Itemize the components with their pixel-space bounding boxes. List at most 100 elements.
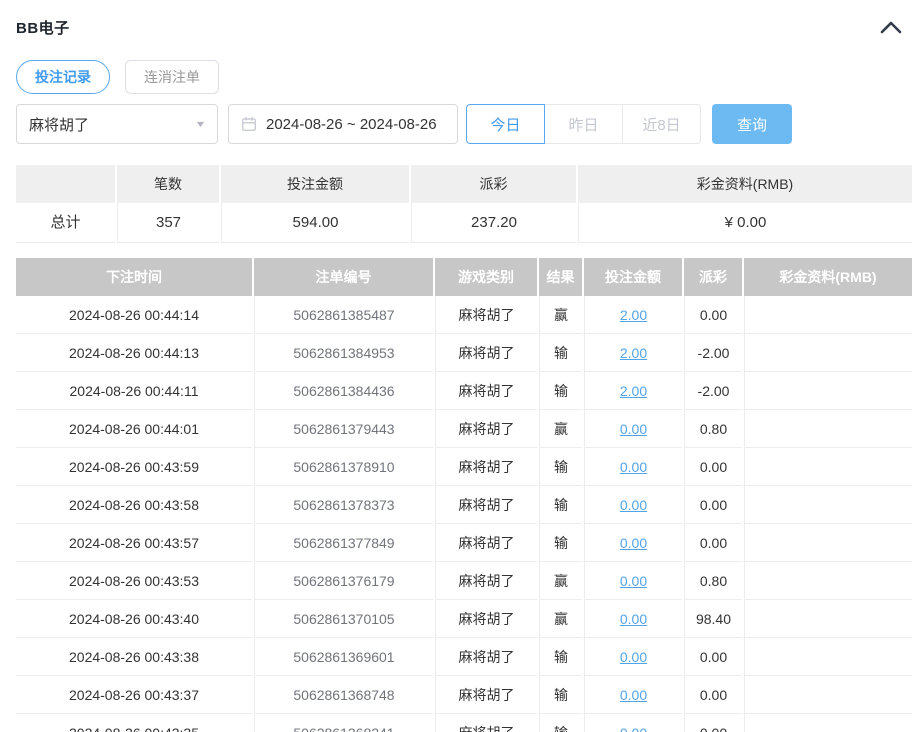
- records-header-row: 下注时间 注单编号 游戏类别 结果 投注金额 派彩 彩金资料(RMB): [16, 258, 912, 296]
- records-header-bonus: 彩金资料(RMB): [744, 258, 912, 296]
- panel-header: BB电子: [16, 0, 912, 36]
- bet-amount-link[interactable]: 2.00: [620, 307, 647, 323]
- summary-total-bet-amount: 594.00: [221, 203, 409, 243]
- cell-game-type: 麻将胡了: [435, 524, 537, 562]
- calendar-icon: [241, 116, 257, 132]
- page-title: BB电子: [16, 17, 70, 38]
- cell-game-type: 麻将胡了: [435, 638, 537, 676]
- bet-amount-link[interactable]: 0.00: [620, 421, 647, 437]
- cell-payout: 98.40: [684, 600, 742, 638]
- summary-header-payout: 派彩: [411, 165, 576, 203]
- cell-game-type: 麻将胡了: [435, 296, 537, 334]
- cell-result: 赢: [539, 600, 582, 638]
- table-row: 2024-08-26 00:43:57 5062861377849 麻将胡了 输…: [16, 524, 912, 562]
- records-header-game: 游戏类别: [435, 258, 537, 296]
- collapse-panel-button[interactable]: [878, 19, 904, 36]
- records-body: 2024-08-26 00:44:14 5062861385487 麻将胡了 赢…: [16, 296, 912, 732]
- range-last8days-button[interactable]: 近8日: [622, 104, 701, 144]
- cell-payout: -2.00: [684, 372, 742, 410]
- cell-order-id: 5062861376179: [254, 562, 433, 600]
- bet-amount-link[interactable]: 0.00: [620, 649, 647, 665]
- tab-cancelled-orders[interactable]: 连消注单: [125, 60, 219, 94]
- cell-payout: 0.80: [684, 410, 742, 448]
- cell-result: 输: [539, 448, 582, 486]
- tab-bet-records[interactable]: 投注记录: [16, 60, 110, 94]
- cell-payout: 0.00: [684, 524, 742, 562]
- chevron-up-icon: [880, 21, 902, 34]
- cell-game-type: 麻将胡了: [435, 334, 537, 372]
- summary-total-count: 357: [117, 203, 219, 243]
- bet-amount-link[interactable]: 0.00: [620, 725, 647, 732]
- summary-header-row: 笔数 投注金额 派彩 彩金资料(RMB): [16, 165, 912, 203]
- table-row: 2024-08-26 00:44:11 5062861384436 麻将胡了 输…: [16, 372, 912, 410]
- cell-game-type: 麻将胡了: [435, 448, 537, 486]
- date-range-value: 2024-08-26 ~ 2024-08-26: [266, 116, 437, 133]
- cell-payout: 0.00: [684, 714, 742, 732]
- summary-header-bonus: 彩金资料(RMB): [578, 165, 912, 203]
- table-row: 2024-08-26 00:43:38 5062861369601 麻将胡了 输…: [16, 638, 912, 676]
- cell-result: 赢: [539, 296, 582, 334]
- cell-order-id: 5062861369601: [254, 638, 433, 676]
- summary-total-label: 总计: [16, 203, 115, 243]
- table-row: 2024-08-26 00:43:59 5062861378910 麻将胡了 输…: [16, 448, 912, 486]
- cell-payout: 0.00: [684, 638, 742, 676]
- bet-amount-link[interactable]: 0.00: [620, 459, 647, 475]
- cell-bet-time: 2024-08-26 00:43:40: [16, 600, 252, 638]
- cell-bonus: [744, 714, 912, 732]
- cell-bonus: [744, 676, 912, 714]
- cell-order-id: 5062861377849: [254, 524, 433, 562]
- cell-order-id: 5062861379443: [254, 410, 433, 448]
- table-row: 2024-08-26 00:44:14 5062861385487 麻将胡了 赢…: [16, 296, 912, 334]
- range-yesterday-button[interactable]: 昨日: [544, 104, 623, 144]
- summary-header-bet-amount: 投注金额: [221, 165, 409, 203]
- cell-order-id: 5062861378373: [254, 486, 433, 524]
- cell-bonus: [744, 448, 912, 486]
- cell-result: 赢: [539, 410, 582, 448]
- bet-records-panel: BB电子 投注记录 连消注单 麻将胡了 ▼ 2024-08-: [0, 0, 912, 732]
- cell-bet-time: 2024-08-26 00:43:58: [16, 486, 252, 524]
- cell-bonus: [744, 600, 912, 638]
- search-button[interactable]: 查询: [712, 104, 792, 144]
- cell-game-type: 麻将胡了: [435, 600, 537, 638]
- bet-amount-link[interactable]: 0.00: [620, 535, 647, 551]
- bet-amount-link[interactable]: 0.00: [620, 611, 647, 627]
- bet-amount-link[interactable]: 0.00: [620, 573, 647, 589]
- date-range-picker[interactable]: 2024-08-26 ~ 2024-08-26: [228, 104, 458, 144]
- record-type-tabs: 投注记录 连消注单: [16, 60, 912, 94]
- records-header-order-id: 注单编号: [254, 258, 433, 296]
- cell-bet-time: 2024-08-26 00:44:11: [16, 372, 252, 410]
- cell-result: 输: [539, 638, 582, 676]
- bet-amount-link[interactable]: 0.00: [620, 687, 647, 703]
- cell-bonus: [744, 334, 912, 372]
- cell-bonus: [744, 562, 912, 600]
- cell-bet-time: 2024-08-26 00:43:57: [16, 524, 252, 562]
- cell-game-type: 麻将胡了: [435, 410, 537, 448]
- summary-table: 笔数 投注金额 派彩 彩金资料(RMB) 总计 357 594.00 237.2…: [16, 165, 912, 243]
- cell-bet-time: 2024-08-26 00:43:59: [16, 448, 252, 486]
- cell-result: 输: [539, 372, 582, 410]
- table-row: 2024-08-26 00:43:40 5062861370105 麻将胡了 赢…: [16, 600, 912, 638]
- bet-amount-link[interactable]: 0.00: [620, 497, 647, 513]
- cell-game-type: 麻将胡了: [435, 676, 537, 714]
- bet-amount-link[interactable]: 2.00: [620, 383, 647, 399]
- cell-bonus: [744, 524, 912, 562]
- game-select[interactable]: 麻将胡了 ▼: [16, 104, 218, 144]
- cell-result: 输: [539, 334, 582, 372]
- cell-bonus: [744, 410, 912, 448]
- cell-payout: 0.80: [684, 562, 742, 600]
- cell-game-type: 麻将胡了: [435, 486, 537, 524]
- records-table: 下注时间 注单编号 游戏类别 结果 投注金额 派彩 彩金资料(RMB) 2024…: [16, 258, 912, 732]
- cell-bet-time: 2024-08-26 00:44:14: [16, 296, 252, 334]
- cell-payout: 0.00: [684, 296, 742, 334]
- cell-payout: -2.00: [684, 334, 742, 372]
- cell-result: 赢: [539, 562, 582, 600]
- summary-total-payout: 237.20: [411, 203, 576, 243]
- records-header-result: 结果: [539, 258, 582, 296]
- cell-bet-time: 2024-08-26 00:44:01: [16, 410, 252, 448]
- summary-total-row: 总计 357 594.00 237.20 ¥ 0.00: [16, 203, 912, 243]
- cell-order-id: 5062861384953: [254, 334, 433, 372]
- table-row: 2024-08-26 00:43:53 5062861376179 麻将胡了 赢…: [16, 562, 912, 600]
- range-today-button[interactable]: 今日: [466, 104, 545, 144]
- summary-total-bonus: ¥ 0.00: [578, 203, 912, 243]
- bet-amount-link[interactable]: 2.00: [620, 345, 647, 361]
